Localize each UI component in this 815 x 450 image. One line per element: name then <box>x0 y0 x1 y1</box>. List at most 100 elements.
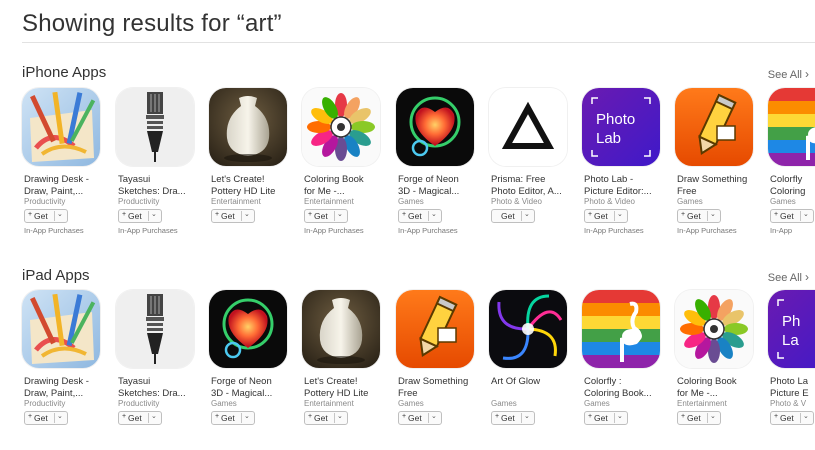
app-name-line: Picture Editor:... <box>584 185 652 197</box>
app-name-link[interactable]: Draw Something Free <box>398 376 478 399</box>
pencil-icon[interactable] <box>675 88 753 166</box>
app-name-link[interactable]: Photo La Picture E <box>770 376 815 399</box>
app-name-link[interactable]: Let's Create! Pottery HD Lite <box>211 174 291 197</box>
brushes-icon[interactable] <box>22 290 100 368</box>
button-divider <box>614 211 615 221</box>
get-button[interactable]: + Get ⌄ <box>770 411 814 425</box>
app-name-link[interactable]: Colorfly Coloring <box>770 174 815 197</box>
chevron-down-icon[interactable]: ⌄ <box>244 411 250 423</box>
flamingo-icon[interactable] <box>582 290 660 368</box>
app-name-link[interactable]: Let's Create! Pottery HD Lite <box>304 376 384 399</box>
get-button[interactable]: + Get ⌄ <box>677 411 721 425</box>
brushes-icon[interactable] <box>22 88 100 166</box>
chevron-down-icon[interactable]: ⌄ <box>151 411 157 423</box>
pen-nib-icon[interactable] <box>116 290 194 368</box>
section-title-iphone-apps: iPhone Apps <box>22 64 107 81</box>
vase-icon[interactable] <box>302 290 380 368</box>
app-name-link[interactable]: Art Of Glow <box>491 376 571 388</box>
chevron-down-icon[interactable]: ⌄ <box>431 209 437 221</box>
chevron-down-icon[interactable]: ⌄ <box>803 411 809 423</box>
chevron-down-icon[interactable]: ⌄ <box>57 209 63 221</box>
in-app-purchases-note: In-App Purchases <box>398 226 458 235</box>
button-divider <box>707 413 708 423</box>
get-button[interactable]: + Get ⌄ <box>304 411 348 425</box>
get-button[interactable]: + Get ⌄ <box>398 411 442 425</box>
chevron-down-icon[interactable]: ⌄ <box>710 411 716 423</box>
chevron-down-icon[interactable]: ⌄ <box>524 209 530 221</box>
see-all-iphone-link[interactable]: See All › <box>768 67 809 81</box>
chevron-right-icon: › <box>805 270 809 284</box>
plus-icon: + <box>122 211 127 218</box>
triangle-icon[interactable] <box>489 88 567 166</box>
app-name-link[interactable]: Drawing Desk - Draw, Paint,... <box>24 376 104 399</box>
app-name-link[interactable]: Tayasui Sketches: Dra... <box>118 376 198 399</box>
app-name-link[interactable]: Draw Something Free <box>677 174 757 197</box>
mandala-icon[interactable] <box>675 290 753 368</box>
app-name-line: Coloring Book <box>677 376 737 387</box>
photo-lab-icon[interactable]: Ph La <box>768 290 815 368</box>
app-name-link[interactable]: Coloring Book for Me -... <box>677 376 757 399</box>
neon-heart-icon[interactable] <box>209 290 287 368</box>
app-name-link[interactable]: Colorfly : Coloring Book... <box>584 376 664 399</box>
glow-swirl-icon[interactable] <box>489 290 567 368</box>
app-name-link[interactable]: Coloring Book for Me -... <box>304 174 384 197</box>
get-button[interactable]: + Get ⌄ <box>677 209 721 223</box>
chevron-down-icon[interactable]: ⌄ <box>151 209 157 221</box>
app-name-link[interactable]: Drawing Desk - Draw, Paint,... <box>24 174 104 197</box>
pencil-icon[interactable] <box>396 290 474 368</box>
get-button[interactable]: + Get ⌄ <box>491 411 535 425</box>
see-all-ipad-link[interactable]: See All › <box>768 270 809 284</box>
chevron-down-icon[interactable]: ⌄ <box>57 411 63 423</box>
get-button[interactable]: + Get ⌄ <box>211 209 255 223</box>
app-name-link[interactable]: Forge of Neon 3D - Magical... <box>398 174 478 197</box>
in-app-purchases-note: In-App <box>770 226 793 235</box>
get-button[interactable]: + Get ⌄ <box>118 411 162 425</box>
chevron-down-icon[interactable]: ⌄ <box>244 209 250 221</box>
section-title-ipad-apps: iPad Apps <box>22 267 90 284</box>
chevron-down-icon[interactable]: ⌄ <box>803 209 809 221</box>
vase-icon[interactable] <box>209 88 287 166</box>
mandala-icon[interactable] <box>302 88 380 166</box>
get-label: Get <box>221 211 235 221</box>
app-name-line: Draw, Paint,... <box>24 185 84 197</box>
pen-nib-icon[interactable] <box>116 88 194 166</box>
get-button[interactable]: + Get ⌄ <box>398 209 442 223</box>
get-button[interactable]: + Get ⌄ <box>24 209 68 223</box>
flamingo-icon[interactable] <box>768 88 815 166</box>
app-name-line: Coloring Book... <box>584 387 652 399</box>
button-divider <box>334 413 335 423</box>
button-divider <box>800 413 801 423</box>
app-category: Productivity <box>24 197 66 206</box>
app-name-line: Pottery HD Lite <box>211 185 276 197</box>
get-button[interactable]: + Get ⌄ <box>304 209 348 223</box>
neon-heart-icon[interactable] <box>396 88 474 166</box>
app-name-link[interactable]: Forge of Neon 3D - Magical... <box>211 376 291 399</box>
get-button[interactable]: + Get ⌄ <box>24 411 68 425</box>
chevron-down-icon[interactable]: ⌄ <box>431 411 437 423</box>
button-divider <box>148 211 149 221</box>
get-button[interactable]: + Get ⌄ <box>584 411 628 425</box>
button-divider <box>148 413 149 423</box>
get-button[interactable]: + Get ⌄ <box>770 209 814 223</box>
app-name-link[interactable]: Tayasui Sketches: Dra... <box>118 174 198 197</box>
chevron-down-icon[interactable]: ⌄ <box>710 209 716 221</box>
chevron-down-icon[interactable]: ⌄ <box>337 411 343 423</box>
get-button[interactable]: + Get ⌄ <box>584 209 628 223</box>
get-button[interactable]: + Get ⌄ <box>118 209 162 223</box>
chevron-down-icon[interactable]: ⌄ <box>617 209 623 221</box>
app-name-line: Photo Lab - <box>584 174 634 185</box>
photo-lab-icon[interactable]: Photo Lab <box>582 88 660 166</box>
app-category: Productivity <box>118 197 160 206</box>
button-divider <box>707 211 708 221</box>
app-name-line: Coloring Book <box>304 174 364 185</box>
app-name-line: for Me -... <box>304 185 345 197</box>
chevron-down-icon[interactable]: ⌄ <box>524 411 530 423</box>
in-app-purchases-note: In-App Purchases <box>304 226 364 235</box>
get-button[interactable]: Get ⌄ <box>491 209 535 223</box>
app-name-link[interactable]: Prisma: Free Photo Editor, A... <box>491 174 571 197</box>
chevron-down-icon[interactable]: ⌄ <box>617 411 623 423</box>
get-button[interactable]: + Get ⌄ <box>211 411 255 425</box>
app-name-link[interactable]: Photo Lab - Picture Editor:... <box>584 174 664 197</box>
chevron-down-icon[interactable]: ⌄ <box>337 209 343 221</box>
app-name-line: Draw Something <box>398 376 469 387</box>
